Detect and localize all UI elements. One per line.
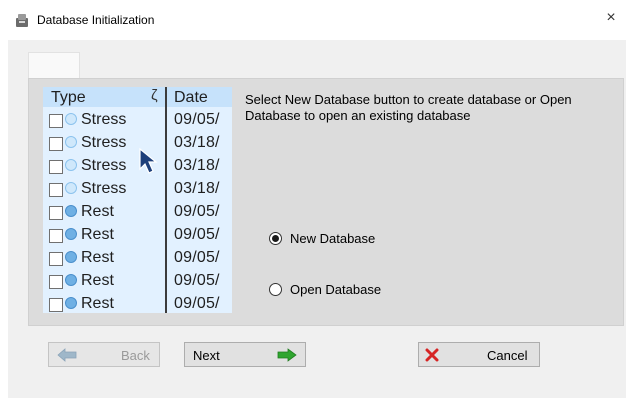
stress-study-icon (65, 136, 77, 148)
radio-selected-icon[interactable] (269, 232, 282, 245)
preview-header: Type ζ Date (43, 87, 232, 107)
cancel-button[interactable]: Cancel (418, 342, 540, 367)
title-bar: Database Initialization × (0, 0, 626, 40)
preview-row: Rest 09/05/ (43, 294, 232, 313)
row-date: 09/05/ (174, 249, 220, 266)
cancel-label: Cancel (487, 348, 528, 363)
rest-study-icon (65, 228, 77, 240)
content-panel: Type ζ Date Stress 09/05/Stress 03/18/Stre… (28, 78, 624, 326)
row-date: 03/18/ (174, 157, 220, 174)
tab-main[interactable] (28, 52, 80, 79)
row-checkbox (49, 252, 63, 266)
row-checkbox (49, 114, 63, 128)
preview-row: Rest 09/05/ (43, 248, 232, 270)
rest-study-icon (65, 297, 77, 309)
row-type: Stress (81, 157, 127, 174)
next-label: Next (193, 348, 220, 363)
back-label: Back (121, 348, 150, 363)
row-checkbox (49, 160, 63, 174)
instruction-text: Select New Database button to create dat… (245, 92, 572, 123)
cancel-x-icon (425, 348, 439, 362)
column-date-header: Date (174, 89, 208, 106)
preview-row: Rest 09/05/ (43, 202, 232, 224)
next-button[interactable]: Next (184, 342, 306, 367)
database-app-icon (16, 14, 28, 27)
window-title: Database Initialization (37, 13, 155, 27)
stress-study-icon (65, 159, 77, 171)
row-type: Rest (81, 295, 114, 312)
row-checkbox (49, 275, 63, 289)
preview-row: Rest 09/05/ (43, 225, 232, 247)
close-button[interactable]: × (602, 9, 620, 27)
row-type: Stress (81, 111, 127, 128)
stress-study-icon (65, 113, 77, 125)
new-database-label: New Database (290, 231, 376, 246)
back-arrow-icon (57, 348, 77, 362)
preview-image: Type ζ Date Stress 09/05/Stress 03/18/Stre… (43, 87, 232, 313)
row-date: 09/05/ (174, 272, 220, 289)
open-database-radio[interactable]: Open Database (269, 282, 381, 297)
stress-study-icon (65, 182, 77, 194)
row-type: Rest (81, 226, 114, 243)
back-button[interactable]: Back (48, 342, 160, 367)
row-checkbox (49, 206, 63, 220)
rest-study-icon (65, 251, 77, 263)
preview-row: Stress 03/18/ (43, 179, 232, 201)
row-checkbox (49, 183, 63, 197)
open-database-label: Open Database (290, 282, 382, 297)
row-type: Rest (81, 203, 114, 220)
dialog-body: Type ζ Date Stress 09/05/Stress 03/18/Stre… (8, 40, 626, 398)
row-type: Stress (81, 180, 127, 197)
row-date: 09/05/ (174, 111, 220, 128)
row-checkbox (49, 229, 63, 243)
row-date: 03/18/ (174, 180, 220, 197)
row-date: 09/05/ (174, 203, 220, 220)
mouse-cursor-icon (139, 147, 158, 174)
radio-unselected-icon[interactable] (269, 283, 282, 296)
row-date: 09/05/ (174, 295, 220, 312)
preview-row: Stress 09/05/ (43, 110, 232, 132)
row-type: Rest (81, 249, 114, 266)
preview-row: Rest 09/05/ (43, 271, 232, 293)
new-database-radio[interactable]: New Database (269, 231, 375, 246)
row-type: Stress (81, 134, 127, 151)
row-date: 03/18/ (174, 134, 220, 151)
column-type-header: Type (51, 89, 86, 106)
next-arrow-icon (277, 348, 297, 362)
row-checkbox (49, 298, 63, 312)
filter-icon: ζ (151, 87, 158, 104)
row-checkbox (49, 137, 63, 151)
row-type: Rest (81, 272, 114, 289)
rest-study-icon (65, 205, 77, 217)
row-date: 09/05/ (174, 226, 220, 243)
rest-study-icon (65, 274, 77, 286)
